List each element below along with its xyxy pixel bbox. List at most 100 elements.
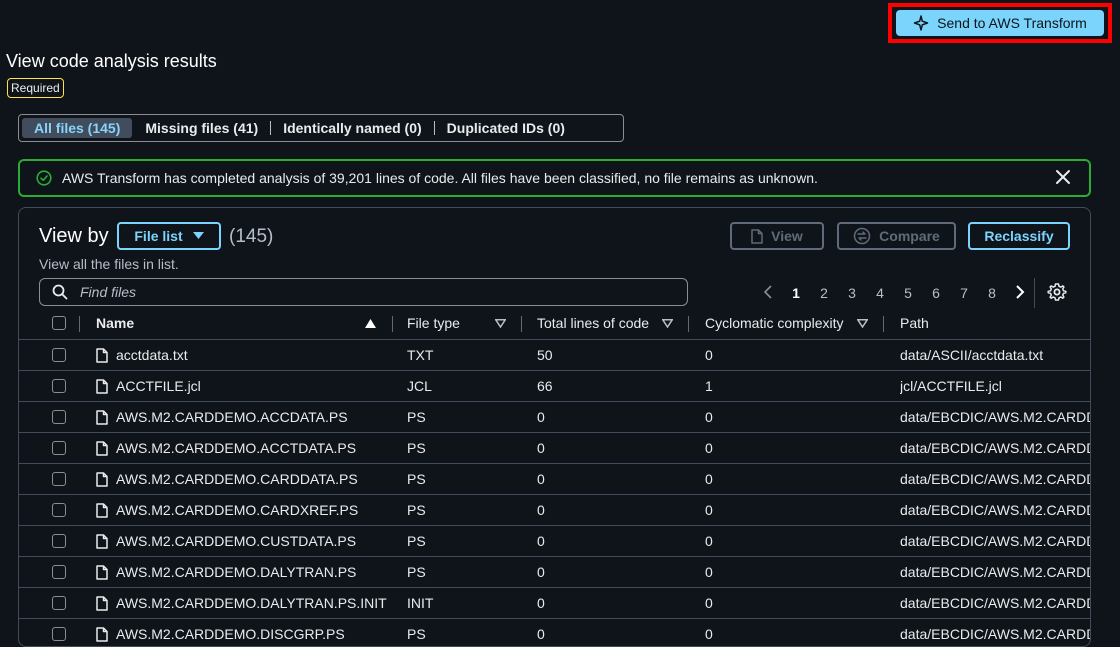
file-name-cell: AWS.M2.CARDDEMO.ACCTDATA.PS xyxy=(96,433,396,463)
cyclomatic-complexity: 0 xyxy=(705,502,713,518)
total-lines: 0 xyxy=(537,409,545,425)
table-row[interactable]: ACCTFILE.jcl JCL 66 1 jcl/ACCTFILE.jcl xyxy=(19,370,1090,401)
page-2[interactable]: 2 xyxy=(810,285,838,301)
page-5[interactable]: 5 xyxy=(894,285,922,301)
file-type: TXT xyxy=(407,347,434,363)
view-button[interactable]: View xyxy=(730,222,824,250)
file-name-cell: acctdata.txt xyxy=(96,340,396,370)
reclassify-button-label: Reclassify xyxy=(984,228,1054,244)
search-icon xyxy=(52,284,68,300)
check-circle-icon xyxy=(36,170,52,186)
file-name-cell: AWS.M2.CARDDEMO.CUSTDATA.PS xyxy=(96,526,396,556)
cyclomatic-complexity: 0 xyxy=(705,564,713,580)
search-input[interactable] xyxy=(78,283,662,301)
total-lines: 0 xyxy=(537,626,545,642)
row-checkbox[interactable] xyxy=(52,565,66,579)
sort-down-icon[interactable] xyxy=(857,319,868,328)
select-all-checkbox[interactable] xyxy=(52,316,66,330)
page-4[interactable]: 4 xyxy=(866,285,894,301)
view-button-label: View xyxy=(771,228,803,244)
compare-button-label: Compare xyxy=(879,228,940,244)
table-row[interactable]: acctdata.txt TXT 50 0 data/ASCII/acctdat… xyxy=(19,339,1090,370)
caret-down-icon xyxy=(192,232,204,239)
column-header-path[interactable]: Path xyxy=(900,308,1090,338)
compare-button[interactable]: Compare xyxy=(837,222,956,250)
table-row[interactable]: AWS.M2.CARDDEMO.CARDDATA.PS PS 0 0 data/… xyxy=(19,463,1090,494)
row-checkbox[interactable] xyxy=(52,348,66,362)
column-header-cyclomatic-complexity[interactable]: Cyclomatic complexity xyxy=(705,308,880,338)
tab-missing-files[interactable]: Missing files (41) xyxy=(133,118,270,138)
row-checkbox[interactable] xyxy=(52,472,66,486)
row-checkbox[interactable] xyxy=(52,534,66,548)
file-icon xyxy=(96,471,108,487)
table-row[interactable]: AWS.M2.CARDDEMO.CARDXREF.PS PS 0 0 data/… xyxy=(19,494,1090,525)
column-divider xyxy=(688,316,689,332)
table-row[interactable]: AWS.M2.CARDDEMO.ACCDATA.PS PS 0 0 data/E… xyxy=(19,401,1090,432)
file-name: AWS.M2.CARDDEMO.CUSTDATA.PS xyxy=(116,533,357,549)
cyclomatic-complexity: 1 xyxy=(705,378,713,394)
view-by-dropdown[interactable]: File list xyxy=(117,222,221,250)
tab-duplicated-ids[interactable]: Duplicated IDs (0) xyxy=(435,118,577,138)
sort-up-icon[interactable] xyxy=(365,319,376,328)
row-checkbox-cell xyxy=(52,464,72,494)
table-row[interactable]: AWS.M2.CARDDEMO.ACCTDATA.PS PS 0 0 data/… xyxy=(19,432,1090,463)
table-row[interactable]: AWS.M2.CARDDEMO.DISCGRP.PS PS 0 0 data/E… xyxy=(19,618,1090,646)
pagination-divider xyxy=(1034,278,1035,308)
row-checkbox[interactable] xyxy=(52,503,66,517)
file-name: AWS.M2.CARDDEMO.ACCTDATA.PS xyxy=(116,440,357,456)
total-lines: 0 xyxy=(537,440,545,456)
chevron-right-icon xyxy=(1016,284,1025,299)
send-to-aws-transform-button[interactable]: Send to AWS Transform xyxy=(896,10,1104,36)
row-checkbox-cell xyxy=(52,340,72,370)
row-checkbox-cell xyxy=(52,557,72,587)
page-3[interactable]: 3 xyxy=(838,285,866,301)
page-6[interactable]: 6 xyxy=(922,285,950,301)
file-icon xyxy=(96,626,108,642)
file-icon xyxy=(96,378,108,394)
file-icon xyxy=(96,564,108,580)
reclassify-button[interactable]: Reclassify xyxy=(968,222,1070,250)
next-page-button[interactable] xyxy=(1006,284,1034,302)
row-checkbox[interactable] xyxy=(52,627,66,641)
total-lines: 0 xyxy=(537,471,545,487)
file-name: AWS.M2.CARDDEMO.DISCGRP.PS xyxy=(116,626,345,642)
file-name: AWS.M2.CARDDEMO.ACCDATA.PS xyxy=(116,409,348,425)
file-name: acctdata.txt xyxy=(116,347,188,363)
table-row[interactable]: AWS.M2.CARDDEMO.DALYTRAN.PS PS 0 0 data/… xyxy=(19,556,1090,587)
tab-all-files[interactable]: All files (145) xyxy=(22,118,133,138)
column-divider xyxy=(79,316,80,332)
view-by-value: File list xyxy=(134,228,183,244)
file-type: PS xyxy=(407,409,426,425)
row-checkbox[interactable] xyxy=(52,410,66,424)
required-badge: Required xyxy=(7,78,64,98)
file-type: PS xyxy=(407,564,426,580)
file-icon xyxy=(96,440,108,456)
close-icon[interactable] xyxy=(1055,169,1071,185)
sort-down-icon[interactable] xyxy=(495,319,506,328)
tab-identically-named[interactable]: Identically named (0) xyxy=(271,118,433,138)
table-row[interactable]: AWS.M2.CARDDEMO.CUSTDATA.PS PS 0 0 data/… xyxy=(19,525,1090,556)
search-field[interactable] xyxy=(39,278,688,306)
pagination: 1 2 3 4 5 6 7 8 xyxy=(754,282,1034,304)
row-checkbox[interactable] xyxy=(52,379,66,393)
file-name-cell: AWS.M2.CARDDEMO.ACCDATA.PS xyxy=(96,402,396,432)
previous-page-button[interactable] xyxy=(754,284,782,302)
page-7[interactable]: 7 xyxy=(950,285,978,301)
success-flash-banner: AWS Transform has completed analysis of … xyxy=(18,159,1091,197)
total-lines: 66 xyxy=(537,378,553,394)
file-icon xyxy=(96,409,108,425)
file-name-cell: AWS.M2.CARDDEMO.DALYTRAN.PS xyxy=(96,557,396,587)
chevron-left-icon xyxy=(763,284,772,299)
table-row[interactable]: AWS.M2.CARDDEMO.DALYTRAN.PS.INIT INIT 0 … xyxy=(19,587,1090,618)
row-checkbox[interactable] xyxy=(52,441,66,455)
cyclomatic-complexity: 0 xyxy=(705,347,713,363)
gear-icon[interactable] xyxy=(1047,282,1067,302)
file-name-cell: AWS.M2.CARDDEMO.DISCGRP.PS xyxy=(96,619,396,646)
file-name-cell: ACCTFILE.jcl xyxy=(96,371,396,401)
row-checkbox[interactable] xyxy=(52,596,66,610)
column-header-name[interactable]: Name xyxy=(96,308,396,338)
page-1[interactable]: 1 xyxy=(782,285,810,301)
total-lines: 0 xyxy=(537,533,545,549)
sort-down-icon[interactable] xyxy=(662,319,673,328)
page-8[interactable]: 8 xyxy=(978,285,1006,301)
